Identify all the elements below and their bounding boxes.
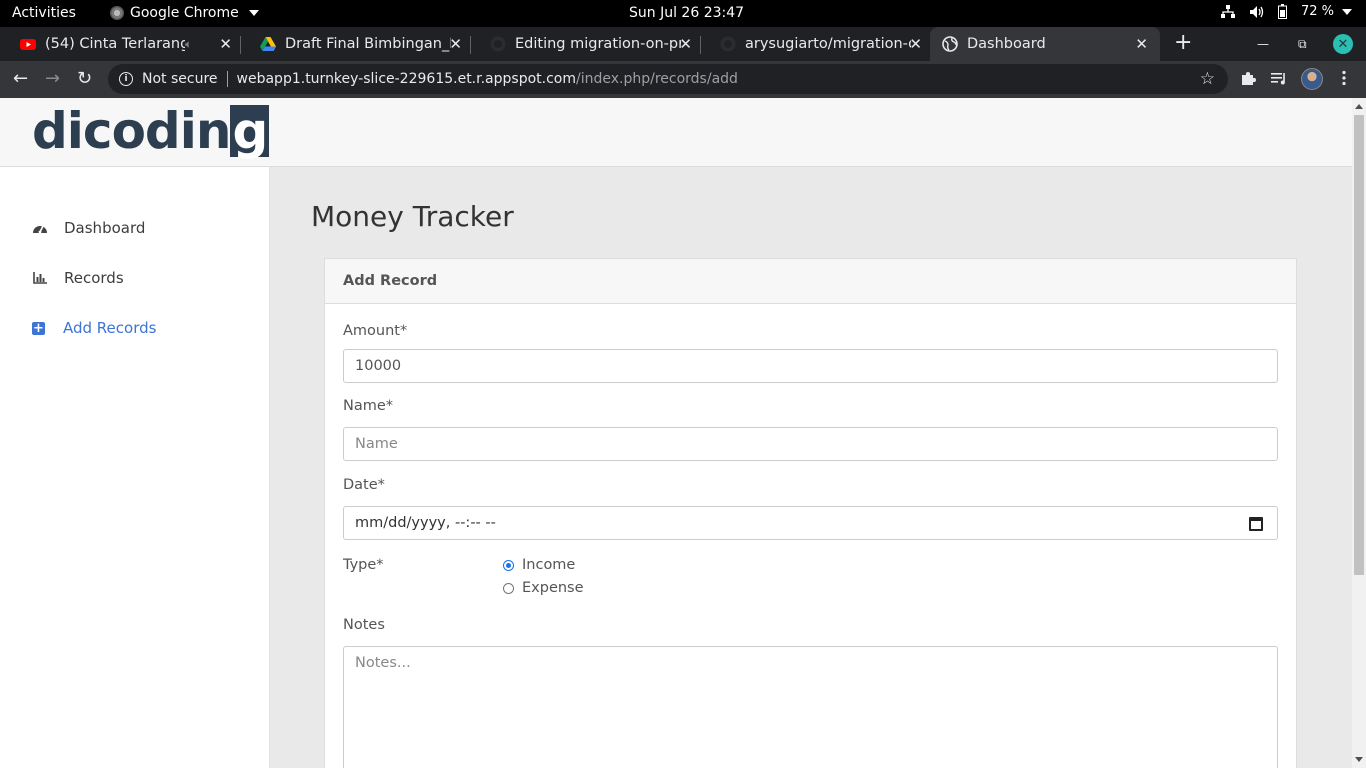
caret-down-icon [248,10,259,16]
tab-drive[interactable]: Draft Final Bimbingan_I ✕ [240,27,470,61]
extensions-puzzle-icon[interactable] [1240,70,1256,86]
tab-dashboard[interactable]: Dashboard ✕ [930,27,1160,61]
github-icon [720,36,736,52]
add-record-card: Add Record Amount* 10000 Name* Name Date… [324,258,1297,768]
google-drive-icon [260,37,276,51]
close-tab-icon[interactable]: ✕ [1135,35,1148,53]
sidebar-item-label: Records [64,269,124,287]
tab-title: Draft Final Bimbingan_I [285,36,451,52]
profile-avatar[interactable] [1301,68,1323,90]
income-radio[interactable] [503,559,514,571]
date-input[interactable]: mm/dd/yyyy, --:-- -- [343,506,1278,540]
close-icon: ✕ [1333,34,1353,54]
battery-percent: 72 % [1300,4,1334,19]
app-menu[interactable]: Google Chrome [110,5,259,21]
app-name: Google Chrome [130,5,239,21]
scroll-down-arrow-icon[interactable] [1355,757,1363,762]
system-tray[interactable]: 72 % [1220,4,1352,19]
tab-github-repo[interactable]: arysugiarto/migration-o ✕ [700,27,930,61]
radio-label: Income [522,557,576,573]
sidebar-item-dashboard[interactable]: Dashboard [0,203,270,253]
forward-button[interactable]: → [45,68,60,89]
close-tab-icon[interactable]: ✕ [679,35,692,53]
tab-title: Editing migration-on-pre [515,36,681,52]
back-button[interactable]: ← [13,68,28,89]
sidebar-item-label: Dashboard [64,219,146,237]
scrollbar-thumb[interactable] [1354,115,1364,575]
browser-toolbar: ← → ↻ i Not secure webapp1.turnkey-slice… [0,61,1366,98]
window-close-button[interactable]: ✕ [1333,27,1353,61]
tab-github-editing[interactable]: Editing migration-on-pre ✕ [470,27,700,61]
plus-square-icon: + [32,320,45,336]
page-scrollbar[interactable] [1352,98,1366,768]
card-title: Add Record [325,259,1296,304]
name-label: Name* [343,398,394,414]
web-page: dicoding Dashboard Records + Add Records… [0,98,1352,768]
close-tab-icon[interactable]: ✕ [449,35,462,53]
more-menu-icon[interactable] [1341,70,1347,86]
globe-icon [942,36,958,52]
notes-textarea[interactable]: Notes... [343,646,1278,768]
tachometer-icon [32,220,48,236]
page-title: Money Tracker [311,200,514,233]
sidebar: dicoding Dashboard Records + Add Records [0,98,270,768]
chrome-icon [110,6,124,20]
tab-strip: (54) Cinta Terlarang - 🔈︎ ✕ Draft Final … [0,27,1366,61]
battery-icon [1277,4,1287,19]
tab-title: Dashboard [967,36,1046,52]
logo-text-boxed: g [230,102,270,160]
url-host: webapp1.turnkey-slice-229615.et.r.appspo… [236,71,576,87]
amount-input[interactable]: 10000 [343,349,1278,383]
notes-label: Notes [343,617,385,633]
sidebar-item-label: Add Records [63,319,157,337]
security-label[interactable]: Not secure [142,71,218,87]
restore-button[interactable]: ⧉ [1298,27,1307,61]
speaker-muted-icon[interactable]: 🔈︎ [185,37,192,52]
system-top-bar: Activities Google Chrome Sun Jul 26 23:4… [0,0,1366,27]
calendar-icon[interactable] [1249,517,1263,531]
new-tab-button[interactable]: + [1174,30,1192,55]
minimize-button[interactable]: — [1257,27,1269,61]
date-label: Date* [343,477,385,493]
tab-title: (54) Cinta Terlarang - [45,36,185,52]
tab-youtube[interactable]: (54) Cinta Terlarang - 🔈︎ ✕ [0,27,240,61]
top-header [270,98,1352,167]
brand-area: dicoding [0,98,270,167]
sidebar-nav: Dashboard Records + Add Records [0,203,270,353]
info-icon[interactable]: i [119,72,133,86]
clock[interactable]: Sun Jul 26 23:47 [629,5,744,21]
type-option-expense[interactable]: Expense [503,580,584,596]
type-option-income[interactable]: Income [503,557,575,573]
type-label: Type* [343,557,384,573]
bookmark-star-icon[interactable]: ☆ [1200,69,1215,89]
logo-text: dicodin [32,102,231,160]
tab-title: arysugiarto/migration-o [745,36,911,52]
volume-icon [1249,5,1264,18]
close-tab-icon[interactable]: ✕ [219,35,232,53]
name-input[interactable]: Name [343,427,1278,461]
amount-label: Amount* [343,323,408,339]
caret-down-icon [1342,8,1352,15]
activities-button[interactable]: Activities [12,5,76,21]
sidebar-item-add-records[interactable]: + Add Records [0,303,270,353]
divider [226,71,228,87]
url-path: /index.php/records/add [576,71,738,87]
scroll-up-arrow-icon[interactable] [1355,104,1363,109]
address-bar[interactable]: i Not secure webapp1.turnkey-slice-22961… [108,64,1228,94]
reload-button[interactable]: ↻ [77,68,92,89]
sidebar-item-records[interactable]: Records [0,253,270,303]
close-tab-icon[interactable]: ✕ [909,35,922,53]
expense-radio[interactable] [503,582,514,594]
date-placeholder: mm/dd/yyyy, --:-- -- [355,515,496,531]
bar-chart-icon [32,270,48,286]
dicoding-logo[interactable]: dicoding [32,102,270,160]
media-control-icon[interactable] [1271,70,1287,86]
radio-label: Expense [522,580,584,596]
youtube-icon [20,39,36,50]
github-icon [490,36,506,52]
network-icon [1220,4,1235,18]
